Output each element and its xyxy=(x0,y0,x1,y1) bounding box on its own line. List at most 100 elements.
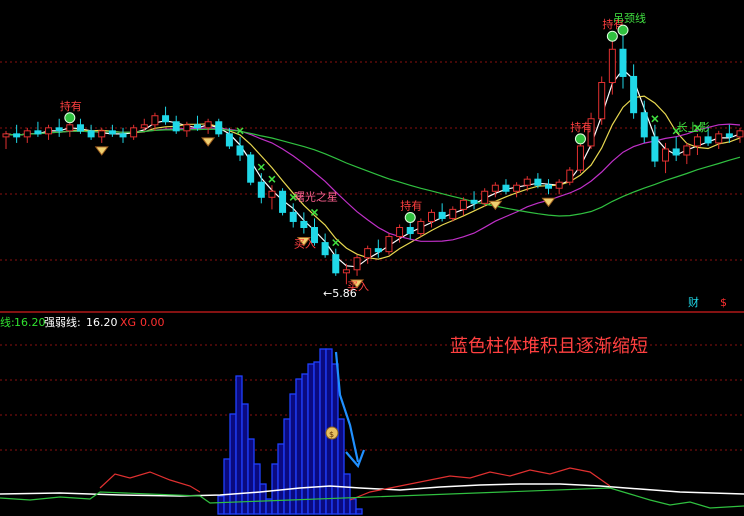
candle-body xyxy=(204,121,212,129)
sub-bar xyxy=(343,473,351,515)
sub-bar xyxy=(355,508,363,515)
sub-bar xyxy=(247,438,255,515)
chart-canvas: 持有买入买入曙光之星持有持有持有吊颈线长上影 ←5.86 财 $ 线: 16.2… xyxy=(0,11,744,515)
candle-body xyxy=(502,184,510,192)
candle-body xyxy=(523,178,531,186)
candle-body xyxy=(353,257,361,271)
candle-body xyxy=(630,75,638,114)
signal-annotation: 持有 xyxy=(570,120,592,134)
candle-body xyxy=(672,148,680,156)
x-cross-icon xyxy=(257,163,265,171)
signal-annotation: 买入 xyxy=(294,238,316,251)
smile-coin-icon xyxy=(574,133,586,145)
candle-body xyxy=(87,130,95,138)
sub-bar xyxy=(295,378,303,515)
candle-body xyxy=(76,124,84,132)
candle-body xyxy=(704,136,712,144)
ma-white-line xyxy=(5,68,741,268)
candle-body xyxy=(215,121,223,135)
smile-coin-icon xyxy=(617,24,629,36)
sub-bar xyxy=(253,463,261,515)
candle-body xyxy=(342,269,350,274)
candle-body xyxy=(513,184,521,192)
indicator-prefix-label: 线: xyxy=(0,315,15,329)
candle-body xyxy=(225,133,233,147)
candle-body xyxy=(364,248,372,259)
candle-body xyxy=(438,211,446,219)
candle-body xyxy=(406,227,414,235)
candle-body xyxy=(715,133,723,144)
sub-bar xyxy=(259,483,267,515)
sub-bar xyxy=(313,361,321,515)
signal-annotation: 持有 xyxy=(400,198,422,212)
diamond-shield-icon xyxy=(541,197,556,208)
x-cross-icon xyxy=(268,175,276,183)
candle-body xyxy=(98,130,106,138)
candle-body xyxy=(172,121,180,132)
moving-average-lines xyxy=(5,68,741,268)
smile-coin-icon xyxy=(404,211,416,223)
candle-body xyxy=(130,127,138,138)
candle-body xyxy=(108,130,116,135)
candle-body xyxy=(662,148,670,162)
candle-body xyxy=(332,254,340,274)
candlestick-series xyxy=(2,34,744,285)
candle-body xyxy=(321,242,329,256)
candle-body xyxy=(13,133,21,138)
sub-panel-lines xyxy=(0,467,744,509)
candle-body xyxy=(183,124,191,132)
candle-body xyxy=(374,248,382,253)
candle-body xyxy=(693,136,701,147)
sub-panel-headline: 蓝色柱体堆积且逐渐缩短 xyxy=(450,336,648,357)
sub-bar xyxy=(241,403,249,515)
candle-body xyxy=(566,169,574,183)
xg-label: XG xyxy=(120,316,136,329)
candle-body xyxy=(2,133,10,138)
signal-annotation: 吊颈线 xyxy=(613,11,646,25)
candle-body xyxy=(481,190,489,204)
candle-body xyxy=(470,199,478,204)
sub-bar xyxy=(229,413,237,515)
sub-bar xyxy=(217,495,225,515)
candle-body xyxy=(598,82,606,120)
candle-body xyxy=(66,124,74,132)
candle-body xyxy=(300,220,308,228)
candle-body xyxy=(140,124,148,129)
ma-yellow-line xyxy=(5,95,741,260)
candle-body xyxy=(555,181,563,189)
candle-body xyxy=(576,145,584,171)
candle-body xyxy=(45,127,53,135)
sub-bar xyxy=(349,498,357,515)
diamond-shield-icon xyxy=(94,146,109,156)
candle-body xyxy=(725,133,733,138)
ma-magenta-line xyxy=(5,123,741,242)
candle-body xyxy=(417,220,425,235)
signal-annotation: 曙光之星 xyxy=(294,189,338,203)
candle-body xyxy=(236,145,244,156)
candle-body xyxy=(428,211,436,222)
signal-annotation: 持有 xyxy=(60,99,82,113)
sub-bar xyxy=(301,373,309,515)
candle-body xyxy=(449,208,457,219)
candle-body xyxy=(151,115,159,126)
smile-coin-icon xyxy=(64,112,76,124)
xg-value: 0.00 xyxy=(140,316,165,329)
candle-body xyxy=(534,178,542,186)
diamond-shield-icon xyxy=(201,137,216,147)
x-cross-icon xyxy=(332,239,340,247)
sub-bar xyxy=(337,418,345,515)
candle-body xyxy=(279,190,287,213)
x-cross-icon xyxy=(310,208,319,216)
sub-bar xyxy=(319,348,327,515)
signal-annotation: 长上影 xyxy=(677,121,710,134)
candle-body xyxy=(55,127,63,132)
sub-bar xyxy=(277,443,285,515)
candle-body xyxy=(640,112,648,138)
x-cross-icon xyxy=(651,115,659,123)
sub-red-line-left xyxy=(99,471,201,493)
candle-body xyxy=(193,124,201,129)
candle-body xyxy=(619,48,627,77)
candle-body xyxy=(23,130,31,138)
money-bag-icon: $ xyxy=(325,426,339,440)
candle-body xyxy=(683,145,691,156)
